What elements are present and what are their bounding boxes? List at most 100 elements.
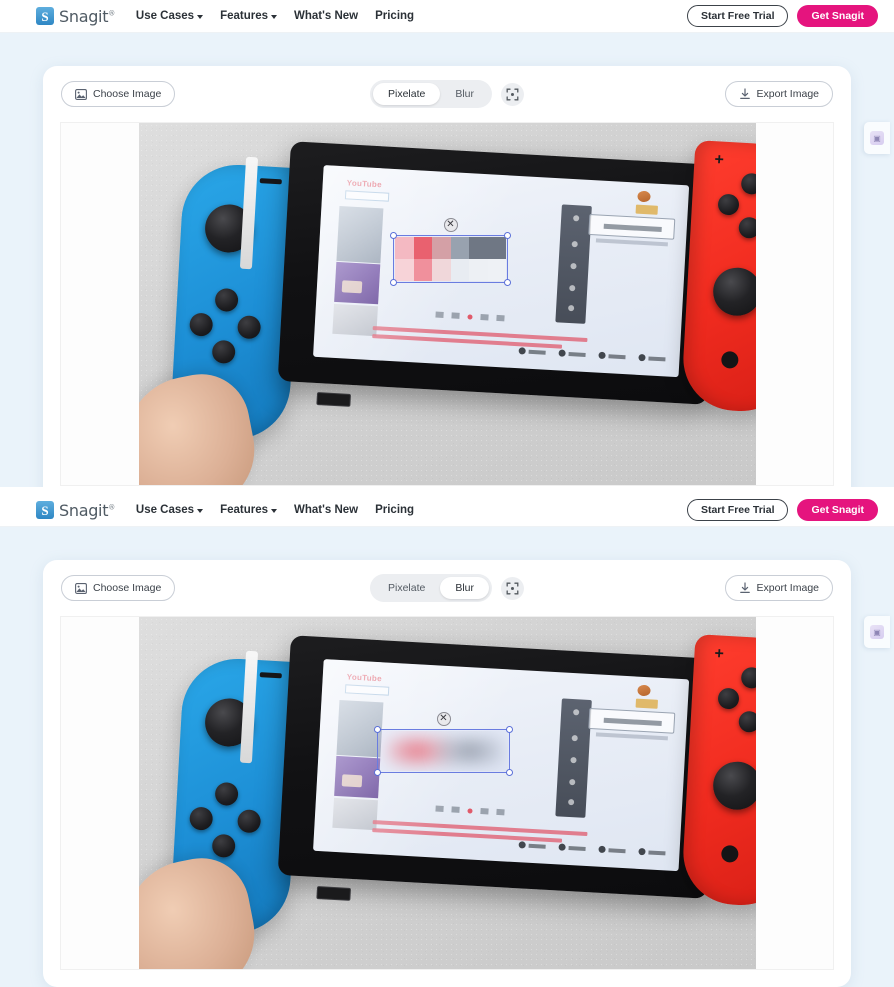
export-image-button[interactable]: Export Image	[724, 575, 833, 601]
resize-handle-bottom-right[interactable]	[504, 279, 511, 286]
feedback-edge-tab[interactable]: ▣	[864, 122, 890, 154]
nav-item-pricing[interactable]: Pricing	[375, 504, 414, 516]
button-x	[740, 172, 756, 195]
registered-mark: ®	[108, 503, 115, 512]
redaction-selection[interactable]: ✕	[374, 712, 513, 776]
image-canvas[interactable]: YouTube	[60, 616, 834, 970]
app-instance-pixelate: S Snagit® Use Cases Features What's New …	[0, 0, 894, 487]
nav-item-whats-new[interactable]: What's New	[294, 10, 358, 22]
start-free-trial-button[interactable]: Start Free Trial	[686, 5, 789, 27]
joycon-left-notch	[259, 178, 282, 185]
export-image-label: Export Image	[756, 88, 819, 100]
joycon-left-notch	[259, 672, 282, 679]
nav-item-whats-new[interactable]: What's New	[294, 504, 358, 516]
chevron-down-icon	[271, 509, 278, 513]
expand-button[interactable]	[501, 576, 525, 600]
snagit-logo-mark: S	[36, 501, 54, 519]
nav-item-label: Use Cases	[135, 504, 195, 516]
plus-button: +	[714, 151, 725, 169]
snagit-logo[interactable]: S Snagit®	[36, 7, 115, 26]
home-button	[720, 350, 739, 369]
nav-item-pricing[interactable]: Pricing	[375, 10, 414, 22]
resize-handle-bottom-left[interactable]	[374, 769, 381, 776]
mode-pixelate[interactable]: Pixelate	[373, 577, 440, 599]
resize-handle-top-left[interactable]	[390, 232, 397, 239]
console-bottom-bar	[316, 392, 352, 407]
snagit-logo-text: Snagit®	[59, 500, 115, 520]
get-snagit-button[interactable]: Get Snagit	[797, 499, 878, 521]
nav-item-label: What's New	[294, 504, 359, 516]
dpad-down	[211, 339, 236, 365]
start-free-trial-button[interactable]: Start Free Trial	[686, 499, 789, 521]
registered-mark: ®	[108, 9, 115, 18]
nav-item-label: Pricing	[375, 504, 415, 516]
export-image-button[interactable]: Export Image	[724, 81, 833, 107]
nav-item-label: Pricing	[375, 10, 415, 22]
page-root: S Snagit® Use Cases Features What's New …	[0, 0, 894, 987]
expand-button[interactable]	[501, 82, 525, 106]
resize-handle-top-right[interactable]	[506, 726, 513, 733]
close-icon[interactable]: ✕	[443, 218, 458, 232]
snagit-logo-text: Snagit®	[59, 6, 115, 26]
nintendo-switch-photo[interactable]: YouTube	[139, 617, 756, 969]
pixelate-effect-fill	[395, 237, 506, 281]
expand-icon	[506, 88, 519, 100]
resize-handle-top-right[interactable]	[504, 232, 511, 239]
resize-handle-top-left[interactable]	[374, 726, 381, 733]
dpad-right	[236, 315, 262, 340]
instance-divider	[0, 487, 894, 494]
button-b	[738, 710, 756, 733]
choose-image-label: Choose Image	[93, 582, 162, 594]
get-snagit-button[interactable]: Get Snagit	[797, 5, 878, 27]
resize-handle-bottom-right[interactable]	[506, 769, 513, 776]
effect-controls: Pixelate Blur	[369, 574, 525, 602]
choose-image-button[interactable]: Choose Image	[61, 575, 176, 601]
download-icon	[739, 88, 750, 100]
button-y	[717, 193, 740, 216]
nav-item-features[interactable]: Features	[220, 10, 278, 22]
app-body: Choose Image Pixelate Blur Export Image …	[0, 33, 894, 487]
editor-card: Choose Image Pixelate Blur Export Image …	[43, 560, 851, 987]
right-analog-stick	[711, 760, 756, 811]
button-x	[740, 666, 756, 689]
editor-card: Choose Image Pixelate Blur Export Image …	[43, 66, 851, 487]
nintendo-switch-photo[interactable]: YouTube	[139, 123, 756, 485]
console-bottom-bar	[316, 886, 352, 901]
button-y	[717, 687, 740, 710]
choose-image-button[interactable]: Choose Image	[61, 81, 176, 107]
button-b	[738, 216, 756, 239]
dpad-up	[214, 287, 239, 313]
snagit-logo[interactable]: S Snagit®	[36, 501, 115, 520]
nav-links: Use Cases Features What's New Pricing	[136, 504, 414, 516]
nav-item-label: Features	[220, 10, 269, 22]
editor-toolbar: Choose Image Pixelate Blur Export Image	[43, 66, 851, 122]
nav-item-label: What's New	[294, 10, 359, 22]
resize-handle-bottom-left[interactable]	[390, 279, 397, 286]
mode-blur[interactable]: Blur	[440, 83, 489, 105]
feedback-tab-icon: ▣	[870, 131, 884, 145]
mode-pixelate[interactable]: Pixelate	[372, 83, 441, 105]
app-body: Choose Image Pixelate Blur Export Image …	[0, 527, 894, 987]
chevron-down-icon	[197, 509, 204, 513]
nav-item-features[interactable]: Features	[220, 504, 278, 516]
snagit-logo-mark: S	[36, 7, 54, 25]
nav-links: Use Cases Features What's New Pricing	[136, 10, 414, 22]
nav-item-use-cases[interactable]: Use Cases	[135, 504, 204, 516]
redaction-selection[interactable]: ✕	[390, 218, 511, 286]
effect-mode-toggle[interactable]: Pixelate Blur	[369, 574, 493, 602]
close-icon[interactable]: ✕	[436, 712, 451, 726]
app-instance-blur: S Snagit® Use Cases Features What's New …	[0, 494, 894, 987]
effect-controls: Pixelate Blur	[369, 80, 525, 108]
dpad-left	[189, 312, 214, 337]
image-canvas[interactable]: YouTube	[60, 122, 834, 486]
feedback-tab-icon: ▣	[870, 625, 884, 639]
export-image-label: Export Image	[756, 582, 819, 594]
mode-blur[interactable]: Blur	[440, 577, 490, 599]
image-icon	[75, 88, 87, 100]
top-navbar: S Snagit® Use Cases Features What's New …	[0, 494, 894, 527]
effect-mode-toggle[interactable]: Pixelate Blur	[369, 80, 493, 108]
nav-item-use-cases[interactable]: Use Cases	[135, 10, 204, 22]
feedback-edge-tab[interactable]: ▣	[864, 616, 890, 648]
nav-actions: Start Free Trial Get Snagit	[686, 499, 878, 521]
nav-item-label: Use Cases	[135, 10, 195, 22]
